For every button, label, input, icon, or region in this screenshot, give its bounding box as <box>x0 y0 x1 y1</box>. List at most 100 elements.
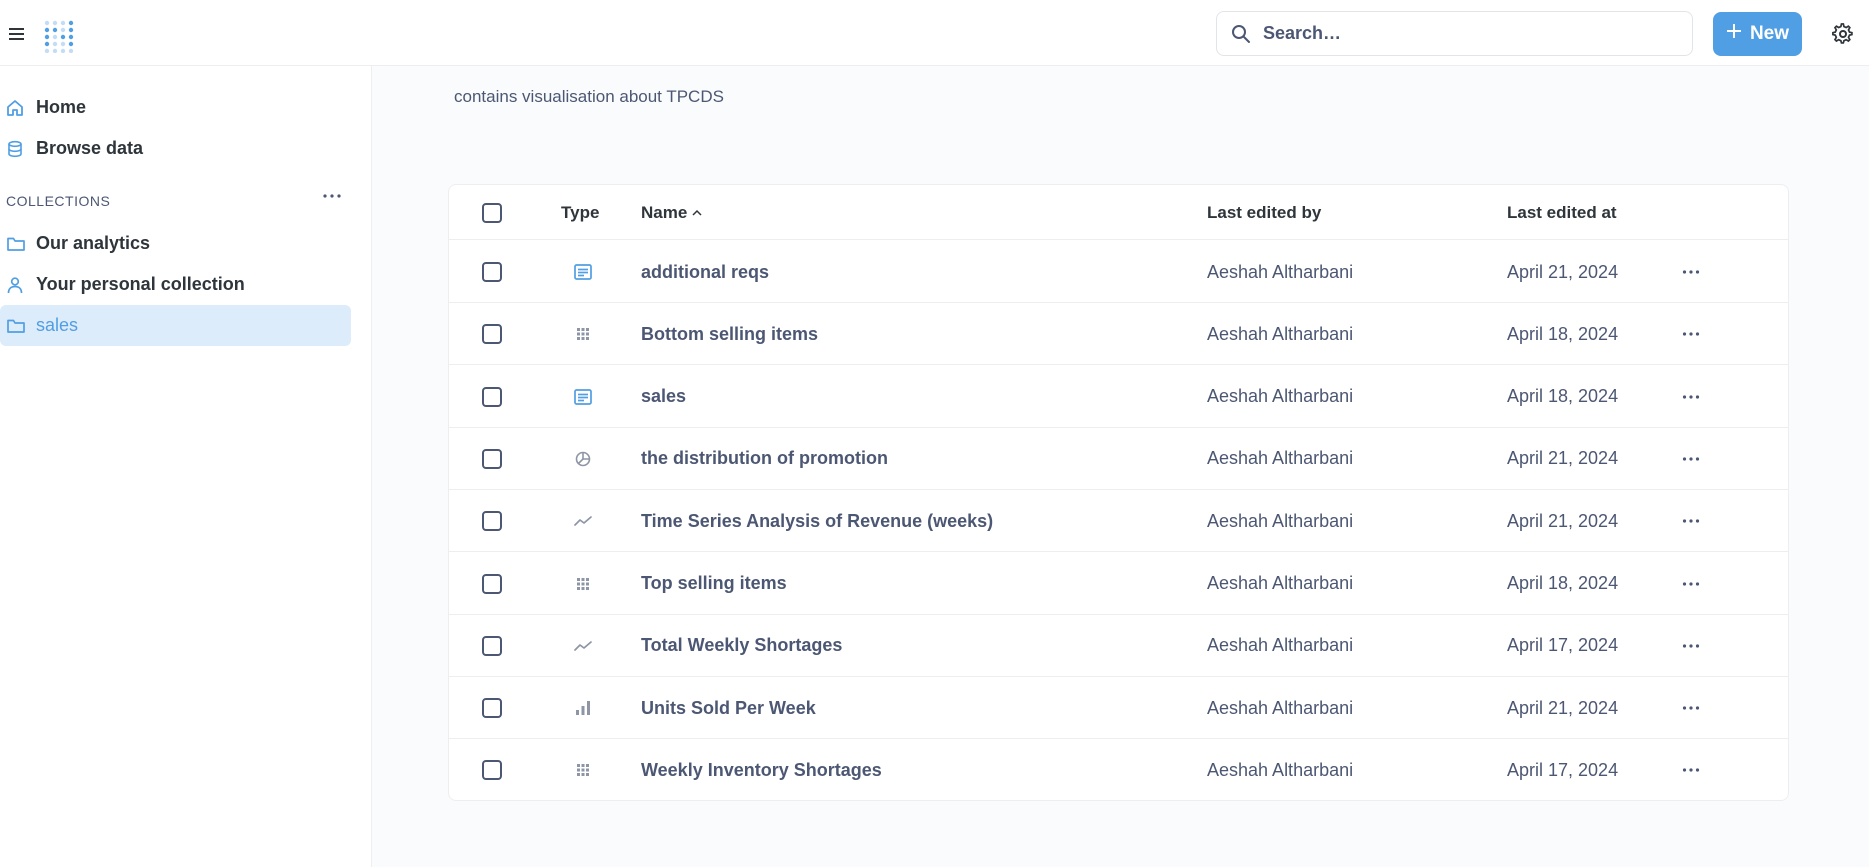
more-options-icon[interactable] <box>1679 758 1703 782</box>
row-checkbox[interactable] <box>482 262 502 282</box>
last-edited-at: April 17, 2024 <box>1507 759 1619 780</box>
table-grid-icon <box>571 758 595 782</box>
name-header-label: Name <box>641 202 688 222</box>
last-edited-by: Aeshah Altharbani <box>1207 261 1354 282</box>
last-edited-by: Aeshah Altharbani <box>1207 573 1354 593</box>
row-checkbox[interactable] <box>482 760 502 781</box>
table-row[interactable]: Total Weekly Shortages Aeshah Altharbani A… <box>449 615 1788 677</box>
sort-ascending-icon <box>692 209 702 217</box>
menu-icon[interactable] <box>8 22 28 46</box>
last-edited-at: April 18, 2024 <box>1507 573 1619 593</box>
last-edited-by: Aeshah Altharbani <box>1207 759 1354 780</box>
folder-icon <box>6 316 26 336</box>
select-all-checkbox[interactable] <box>482 202 502 223</box>
last-edited-by: Aeshah Altharbani <box>1207 448 1354 469</box>
more-options-icon[interactable] <box>1679 509 1703 533</box>
sidebar-item-label: Home <box>36 97 87 117</box>
table-row[interactable]: Top selling items Aeshah Altharbani April … <box>449 553 1788 615</box>
sidebar-item-sales[interactable]: sales <box>0 305 351 346</box>
sidebar-item-label: Our analytics <box>36 233 151 253</box>
line-chart-icon <box>571 509 595 533</box>
row-checkbox[interactable] <box>482 573 502 594</box>
table-row[interactable]: Bottom selling items Aeshah Altharbani Apr… <box>449 303 1788 366</box>
row-checkbox[interactable] <box>482 324 502 345</box>
item-name-link[interactable]: sales <box>641 366 686 428</box>
item-name-link[interactable]: Total Weekly Shortages <box>641 615 842 677</box>
item-name-link[interactable]: Bottom selling items <box>641 303 818 365</box>
search-bar[interactable] <box>1216 11 1693 56</box>
sidebar-item-home[interactable]: Home <box>0 87 351 128</box>
row-checkbox[interactable] <box>482 511 502 532</box>
row-checkbox[interactable] <box>482 386 502 407</box>
row-checkbox[interactable] <box>482 448 502 469</box>
sidebar-item-label: Browse data <box>36 138 144 158</box>
item-name-link[interactable]: Top selling items <box>641 553 787 615</box>
last-edited-at: April 18, 2024 <box>1507 386 1619 407</box>
item-name-link[interactable]: Weekly Inventory Shortages <box>641 739 882 800</box>
dashboard-icon <box>571 385 595 409</box>
person-icon <box>6 275 26 295</box>
table-row[interactable]: the distribution of promotion Aeshah Alth… <box>449 428 1788 490</box>
search-icon <box>1231 24 1251 44</box>
sidebar-item-our-analytics[interactable]: Our analytics <box>0 223 351 264</box>
sidebar: Home Browse data COLLECTIONS Our analyti… <box>0 66 372 867</box>
last-edited-at: April 21, 2024 <box>1507 261 1619 282</box>
more-options-icon[interactable] <box>1679 385 1703 409</box>
table-grid-icon <box>571 572 595 596</box>
table-grid-icon <box>571 322 595 346</box>
last-edited-by: Aeshah Altharbani <box>1207 697 1354 718</box>
item-name-link[interactable]: Time Series Analysis of Revenue (weeks) <box>641 490 993 552</box>
table-row[interactable]: Weekly Inventory Shortages Aeshah Altharb… <box>449 739 1788 800</box>
last-edited-by: Aeshah Altharbani <box>1207 386 1354 407</box>
bar-chart-icon <box>571 696 595 720</box>
more-options-icon[interactable] <box>1679 447 1703 471</box>
row-checkbox[interactable] <box>482 635 502 656</box>
dashboard-icon <box>571 260 595 284</box>
gear-icon[interactable] <box>1832 23 1854 45</box>
last-edited-at: April 21, 2024 <box>1507 448 1619 469</box>
top-navbar: New <box>0 0 1869 66</box>
last-edited-at: April 17, 2024 <box>1507 635 1619 656</box>
sidebar-item-browse-data[interactable]: Browse data <box>0 128 351 169</box>
more-options-icon[interactable] <box>1679 322 1703 346</box>
last-edited-by: Aeshah Altharbani <box>1207 635 1354 656</box>
pie-chart-icon <box>571 447 595 471</box>
table-row[interactable]: Time Series Analysis of Revenue (weeks) A… <box>449 490 1788 553</box>
more-options-icon[interactable] <box>1679 572 1703 596</box>
search-input[interactable] <box>1263 23 1643 44</box>
last-edited-at: April 21, 2024 <box>1507 510 1619 531</box>
item-name-link[interactable]: additional reqs <box>641 241 769 303</box>
table-row[interactable]: sales Aeshah Altharbani April 18, 2024 <box>449 366 1788 428</box>
table-row[interactable]: additional reqs Aeshah Altharbani April 21… <box>449 241 1788 303</box>
table-header: Type Name Last edited by Last edited at <box>449 185 1788 240</box>
last-edited-at: April 18, 2024 <box>1507 323 1619 344</box>
sidebar-item-label: sales <box>36 315 79 335</box>
metabase-logo[interactable] <box>42 17 80 54</box>
last-edited-by-column-header[interactable]: Last edited by <box>1207 185 1321 240</box>
type-column-header[interactable]: Type <box>561 185 599 240</box>
item-name-link[interactable]: Units Sold Per Week <box>641 677 816 739</box>
more-options-icon[interactable] <box>1679 696 1703 720</box>
collection-items-table: Type Name Last edited by Last edited at … <box>448 184 1789 801</box>
main-content: contains visualisation about TPCDS Type … <box>372 66 1869 867</box>
line-chart-icon <box>571 634 595 658</box>
last-edited-by: Aeshah Altharbani <box>1207 323 1354 344</box>
new-button[interactable]: New <box>1713 12 1802 56</box>
last-edited-by: Aeshah Altharbani <box>1207 510 1354 531</box>
collections-more-icon[interactable] <box>320 186 344 206</box>
more-options-icon[interactable] <box>1679 260 1703 284</box>
folder-icon <box>6 234 26 254</box>
row-checkbox[interactable] <box>482 698 502 719</box>
name-column-header[interactable]: Name <box>641 185 702 240</box>
last-edited-at: April 21, 2024 <box>1507 697 1619 718</box>
sidebar-item-personal-collection[interactable]: Your personal collection <box>0 264 351 305</box>
new-button-label: New <box>1749 23 1790 44</box>
database-icon <box>6 139 26 159</box>
more-options-icon[interactable] <box>1679 634 1703 658</box>
collections-heading: COLLECTIONS <box>6 193 111 209</box>
plus-icon <box>1726 23 1742 45</box>
last-edited-at-column-header[interactable]: Last edited at <box>1507 185 1617 240</box>
item-name-link[interactable]: the distribution of promotion <box>641 428 888 490</box>
home-icon <box>6 98 26 118</box>
table-row[interactable]: Units Sold Per Week Aeshah Altharbani Apri… <box>449 677 1788 740</box>
